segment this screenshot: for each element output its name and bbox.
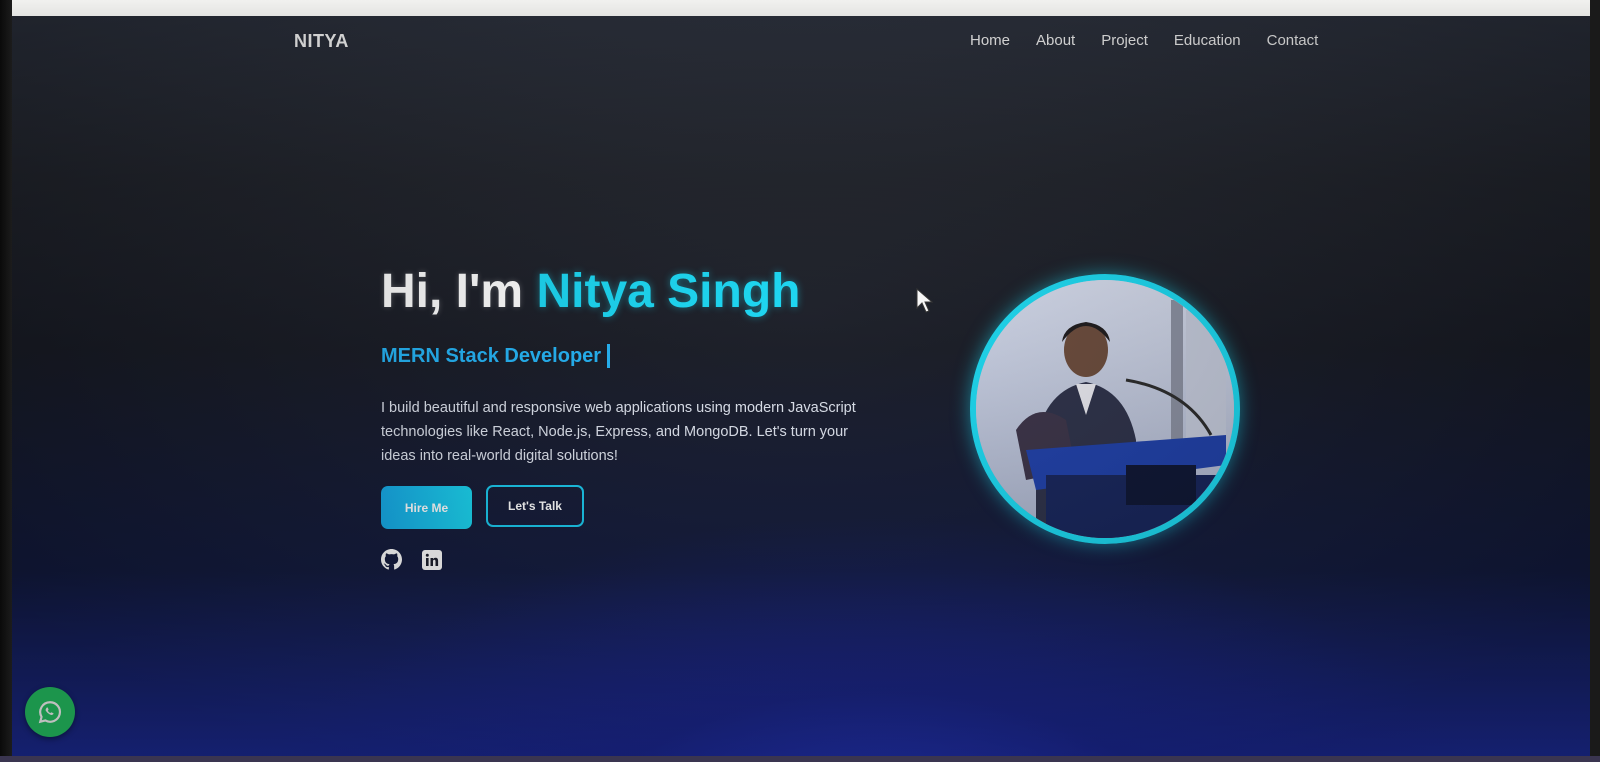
monitor-bezel-bottom [0,756,1600,762]
hero-role: MERN Stack Developer [381,344,611,368]
hero-role-text: MERN Stack Developer [381,344,602,367]
hero-description: I build beautiful and responsive web app… [381,400,856,464]
monitor-bezel-right [1590,0,1600,762]
portfolio-page: NITYA Home About Project Education Conta… [12,16,1590,756]
hero-greeting: Hi, I'm [381,265,524,318]
profile-photo-illustration [976,280,1234,538]
nav-home[interactable]: Home [970,32,1010,49]
whatsapp-icon [38,701,62,724]
social-links [381,549,442,570]
monitor-bezel-top [0,0,1600,16]
profile-photo [970,274,1240,544]
brand-logo[interactable]: NITYA [294,31,349,52]
github-icon[interactable] [381,549,402,570]
mouse-cursor-icon [916,288,934,313]
nav-contact[interactable]: Contact [1267,32,1319,49]
nav-project[interactable]: Project [1101,32,1148,49]
main-nav: Home About Project Education Contact [970,32,1318,49]
hire-me-button[interactable]: Hire Me [381,486,472,529]
hero-title: Hi, I'm Nitya Singh [381,264,800,319]
whatsapp-button[interactable] [25,687,75,737]
nav-about[interactable]: About [1036,32,1075,49]
linkedin-icon[interactable] [421,549,442,570]
hero-name: Nitya Singh [536,265,801,318]
nav-education[interactable]: Education [1174,32,1241,49]
monitor-bezel-left [0,0,12,762]
typing-caret [607,344,611,368]
lets-talk-button[interactable]: Let's Talk [486,485,584,527]
